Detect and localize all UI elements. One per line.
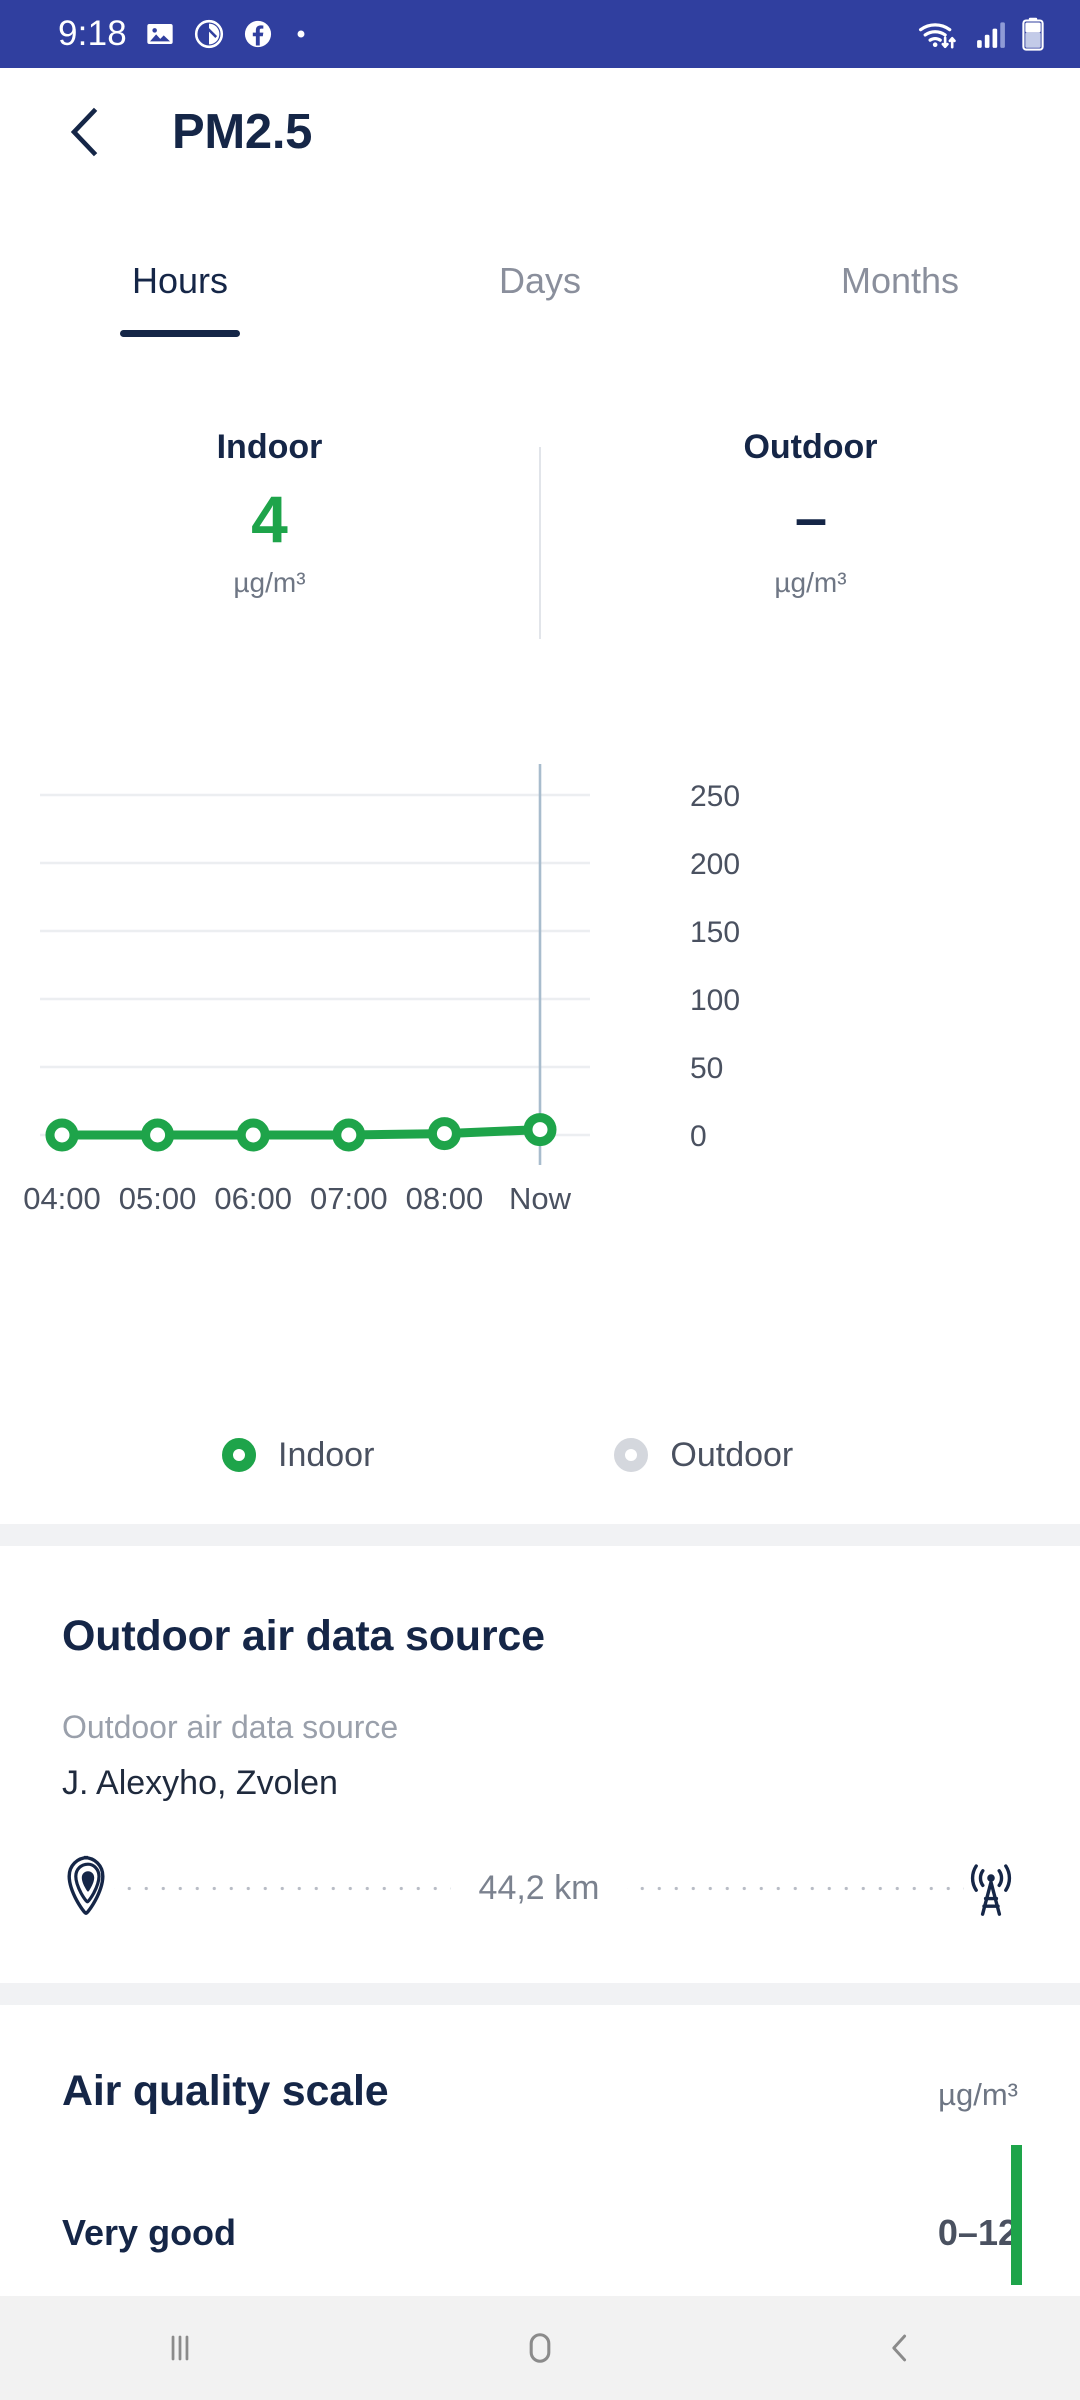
distance-dotted-line-left <box>114 1886 451 1891</box>
x-tick-label: 05:00 <box>119 1181 197 1216</box>
app-circle-icon <box>193 18 225 50</box>
distance-row: 44,2 km <box>62 1855 1018 1922</box>
pm25-chart[interactable]: 0 50 100 150 200 250 04:00 05:00 06:00 07:00 08:0… <box>0 700 1080 1510</box>
legend-dot-outdoor-icon <box>614 1438 649 1472</box>
nav-recents-button[interactable] <box>0 2326 360 2370</box>
tab-hours-label: Hours <box>131 260 229 301</box>
nav-back-button[interactable] <box>720 2326 1080 2370</box>
back-button[interactable] <box>48 95 122 169</box>
series-point-indoor <box>236 1118 270 1152</box>
series-point-indoor <box>332 1118 366 1152</box>
section-divider-band-1 <box>0 1524 1080 1546</box>
section-divider-band-2 <box>0 1983 1080 2005</box>
chevron-left-icon <box>70 107 98 157</box>
indoor-reading: Indoor 4 µg/m³ <box>0 428 539 658</box>
wifi-data-icon <box>916 17 962 51</box>
x-tick-label: 08:00 <box>406 1181 484 1216</box>
chart-svg: 0 50 100 150 200 250 04:00 05:00 06:00 07:00 08:0… <box>23 764 740 1216</box>
distance-dotted-line-right <box>627 1886 965 1891</box>
air-quality-scale-section: Air quality scale µg/m³ Very good 0–12 <box>0 2005 1080 2285</box>
legend-item-indoor[interactable]: Indoor <box>222 1436 374 1475</box>
y-tick-label: 200 <box>690 848 740 881</box>
indoor-unit: µg/m³ <box>233 567 306 598</box>
signal-bars-icon <box>974 17 1008 51</box>
outdoor-title: Outdoor <box>743 428 878 466</box>
outdoor-source-label: Outdoor air data source <box>62 1709 399 1745</box>
period-tabs: Hours Days Months <box>0 228 1080 360</box>
scale-row-very-good: Very good 0–12 <box>62 2212 1018 2254</box>
scale-row-right: 0–12 <box>938 2212 1018 2254</box>
tab-months[interactable]: Months <box>720 228 1080 360</box>
photo-icon <box>144 18 176 50</box>
legend-label-indoor: Indoor <box>278 1435 375 1474</box>
series-point-indoor <box>45 1118 79 1152</box>
outdoor-source-section: Outdoor air data source Outdoor air data… <box>0 1546 1080 1922</box>
x-tick-label: 04:00 <box>23 1181 101 1216</box>
air-quality-scale-unit: µg/m³ <box>938 2077 1018 2112</box>
legend-label-outdoor: Outdoor <box>670 1435 794 1474</box>
status-bar-clock: 9:18 <box>58 14 127 53</box>
radio-tower-icon <box>964 1855 1018 1922</box>
tab-months-underline <box>840 330 960 337</box>
status-bar-right <box>916 16 1046 52</box>
chart-legend: Indoor Outdoor <box>0 1400 1080 1510</box>
tab-days-label: Days <box>498 260 582 301</box>
battery-icon <box>1020 16 1046 52</box>
status-bar: 9:18 <box>0 0 1080 68</box>
chart-series-indoor <box>45 1113 557 1152</box>
app-screen: 9:18 PM2.5 Hours Days Months Indoor 4 µg… <box>0 0 1080 2400</box>
air-quality-scale-header: Air quality scale µg/m³ <box>62 2067 1018 2116</box>
chart-x-axis-labels: 04:00 05:00 06:00 07:00 08:00 Now <box>23 1181 571 1216</box>
y-tick-label: 0 <box>690 1120 707 1153</box>
x-tick-label: Now <box>509 1181 572 1216</box>
android-nav-bar <box>0 2296 1080 2400</box>
tab-days-underline <box>480 330 600 337</box>
readings-panel: Indoor 4 µg/m³ Outdoor – µg/m³ <box>0 428 1080 658</box>
series-point-indoor <box>523 1113 557 1147</box>
x-tick-label: 06:00 <box>214 1181 292 1216</box>
x-tick-label: 07:00 <box>310 1181 388 1216</box>
tab-hours[interactable]: Hours <box>0 228 360 360</box>
page-title: PM2.5 <box>172 105 313 159</box>
dot-icon <box>291 18 311 50</box>
tab-days[interactable]: Days <box>360 228 720 360</box>
indoor-title: Indoor <box>216 428 323 466</box>
outdoor-value: – <box>794 486 827 551</box>
y-tick-label: 100 <box>690 984 740 1017</box>
series-point-indoor <box>427 1117 461 1151</box>
nav-home-button[interactable] <box>360 2325 720 2371</box>
legend-item-outdoor[interactable]: Outdoor <box>614 1436 793 1475</box>
series-line-indoor <box>57 1125 545 1140</box>
recents-icon <box>171 2335 189 2361</box>
chart-y-axis-labels: 0 50 100 150 200 250 <box>690 780 740 1153</box>
home-icon <box>529 2333 551 2363</box>
legend-dot-indoor-icon <box>222 1438 256 1472</box>
air-quality-scale-heading: Air quality scale <box>62 2067 389 2115</box>
app-bar: PM2.5 <box>0 68 1080 196</box>
scale-row-name: Very good <box>62 2212 237 2253</box>
distance-value: 44,2 km <box>478 1869 600 1907</box>
scale-row-range: 0–12 <box>937 2212 1018 2253</box>
nav-back-icon <box>892 2334 907 2362</box>
facebook-icon <box>242 18 274 50</box>
outdoor-reading: Outdoor – µg/m³ <box>541 428 1080 658</box>
outdoor-unit: µg/m³ <box>774 567 847 598</box>
tab-months-label: Months <box>840 260 960 301</box>
y-tick-label: 50 <box>690 1052 723 1085</box>
y-tick-label: 250 <box>690 780 740 813</box>
tab-hours-underline <box>120 330 240 337</box>
status-bar-left: 9:18 <box>58 14 311 54</box>
y-tick-label: 150 <box>690 916 740 949</box>
outdoor-source-value: J. Alexyho, Zvolen <box>62 1764 338 1802</box>
scale-color-bar-very-good <box>1011 2145 1022 2285</box>
series-point-indoor <box>141 1118 175 1152</box>
location-pin-icon <box>62 1855 114 1922</box>
outdoor-source-heading: Outdoor air data source <box>62 1612 545 1660</box>
indoor-value: 4 <box>251 482 288 556</box>
chart-gridlines <box>40 793 590 1137</box>
